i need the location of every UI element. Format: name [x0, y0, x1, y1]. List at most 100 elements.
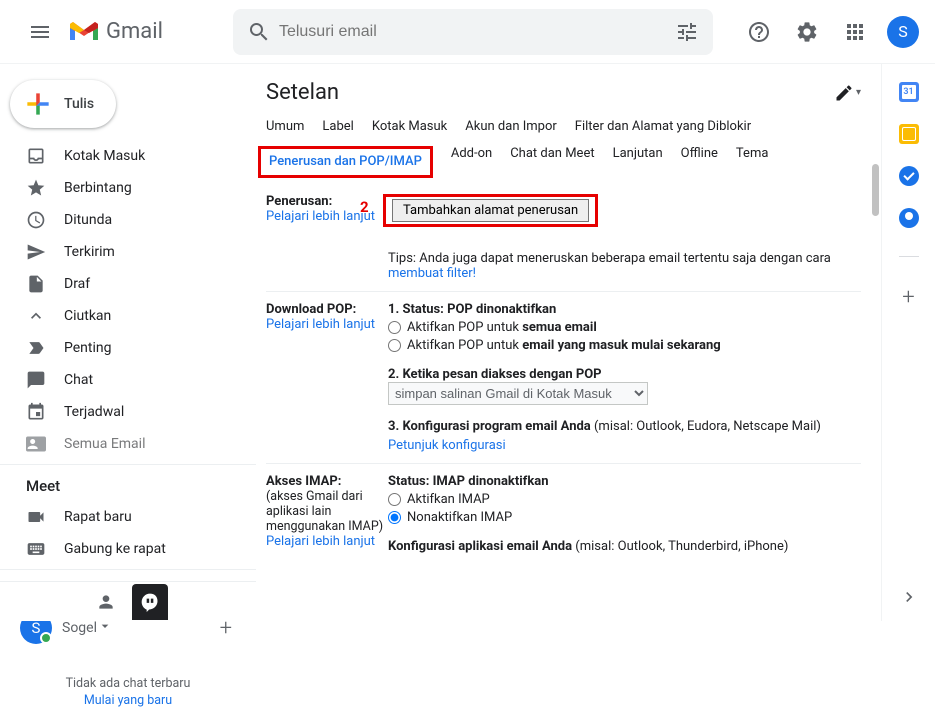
contacts-addon[interactable]	[899, 208, 919, 228]
imap-disable-radio[interactable]: Nonaktifkan IMAP	[388, 510, 861, 525]
search-input[interactable]	[279, 23, 667, 41]
pop-config-text: 3. Konfigurasi program email Anda (misal…	[388, 419, 861, 453]
scheduled-icon	[26, 402, 46, 422]
imap-label: Akses IMAP:	[266, 474, 341, 489]
tab-advanced[interactable]: Lanjutan	[613, 146, 663, 178]
pop-section: Download POP: Pelajari lebih lanjut 1. S…	[266, 292, 861, 464]
meet-section-title: Meet	[0, 464, 256, 501]
collapse-panel-button[interactable]	[899, 587, 919, 611]
annotation-2: 2	[360, 198, 369, 216]
apps-grid-icon	[843, 20, 867, 44]
chevron-up-icon	[26, 306, 46, 326]
sidebar-item-collapse[interactable]: Ciutkan	[0, 300, 256, 332]
sidebar-item-chat[interactable]: Chat	[0, 364, 256, 396]
gmail-logo[interactable]: Gmail	[68, 19, 163, 44]
sidebar-item-inbox[interactable]: Kotak Masuk	[0, 140, 256, 172]
tab-inbox[interactable]: Kotak Masuk	[372, 119, 447, 134]
sidebar-item-scheduled[interactable]: Terjadwal	[0, 396, 256, 428]
clock-icon	[26, 210, 46, 230]
bottom-tab-contacts[interactable]	[88, 584, 124, 620]
hamburger-icon	[28, 20, 52, 44]
draft-icon	[26, 274, 46, 294]
main-content: Setelan ▾ Umum Label Kotak Masuk Akun da…	[256, 64, 881, 621]
sidebar-item-drafts[interactable]: Draf	[0, 268, 256, 300]
bottom-tab-hangouts[interactable]	[132, 584, 168, 620]
imap-status: Status: IMAP dinonaktifkan	[388, 474, 861, 489]
compose-button[interactable]: Tulis	[10, 80, 116, 128]
imap-enable-radio[interactable]: Aktifkan IMAP	[388, 492, 861, 507]
forwarding-label: Penerusan:	[266, 194, 332, 209]
search-bar[interactable]	[233, 9, 713, 55]
menu-button[interactable]	[16, 8, 64, 56]
tab-chat-meet[interactable]: Chat dan Meet	[510, 146, 594, 178]
calendar-addon[interactable]	[899, 82, 919, 102]
person-icon	[96, 592, 116, 612]
pop-label: Download POP:	[266, 302, 356, 317]
create-filter-link[interactable]: membuat filter!	[388, 266, 476, 281]
gear-icon	[795, 20, 819, 44]
chat-icon	[26, 370, 46, 390]
chevron-right-icon	[899, 587, 919, 607]
forwarding-learn-more-link[interactable]: Pelajari lebih lanjut	[266, 209, 375, 224]
hangouts-icon	[140, 592, 160, 612]
tab-themes[interactable]: Tema	[736, 146, 769, 178]
tab-labels[interactable]: Label	[322, 119, 353, 134]
tab-offline[interactable]: Offline	[681, 146, 718, 178]
tab-forwarding-pop-imap[interactable]: Penerusan dan POP/IMAP	[269, 154, 422, 169]
sidebar-item-sent[interactable]: Terkirim	[0, 236, 256, 268]
presence-dot-icon	[40, 632, 52, 644]
sidebar-item-starred[interactable]: Berbintang	[0, 172, 256, 204]
edit-button[interactable]: ▾	[834, 83, 861, 103]
search-options-button[interactable]	[667, 12, 707, 52]
allmail-icon	[26, 434, 46, 454]
inbox-icon	[26, 146, 46, 166]
pencil-icon	[834, 83, 854, 103]
meet-new-meeting[interactable]: Rapat baru	[0, 501, 256, 533]
hangout-username: Sogel	[62, 620, 97, 636]
pop-learn-more-link[interactable]: Pelajari lebih lanjut	[266, 317, 375, 332]
pop-enable-now-radio[interactable]: Aktifkan POP untuk email yang masuk mula…	[388, 338, 861, 353]
sidebar-item-allmail[interactable]: Semua Email	[0, 428, 256, 460]
keyboard-icon	[26, 539, 46, 559]
compose-plus-icon	[22, 88, 54, 120]
help-icon	[747, 20, 771, 44]
sidebar-item-important[interactable]: Penting	[0, 332, 256, 364]
pop-action-select[interactable]: simpan salinan Gmail di Kotak Masuk	[388, 382, 648, 405]
chevron-down-icon[interactable]	[97, 618, 113, 638]
search-icon[interactable]	[239, 12, 279, 52]
scrollbar-thumb[interactable]	[872, 164, 879, 216]
gmail-logo-text: Gmail	[106, 19, 163, 44]
pop-status: 1. Status: POP dinonaktifkan	[388, 302, 861, 317]
tab-accounts[interactable]: Akun dan Impor	[465, 119, 557, 134]
sidebar: Tulis Kotak Masuk Berbintang Ditunda Ter…	[0, 64, 256, 621]
get-addons-button[interactable]: +	[902, 285, 914, 310]
compose-label: Tulis	[64, 96, 94, 112]
tab-filters[interactable]: Filter dan Alamat yang Diblokir	[575, 119, 751, 134]
forwarding-tip: Tips: Anda juga dapat meneruskan beberap…	[388, 251, 861, 281]
add-forwarding-address-button[interactable]: Tambahkan alamat penerusan	[392, 199, 589, 222]
start-new-chat-link[interactable]: Mulai yang baru	[0, 693, 256, 708]
page-title: Setelan	[266, 80, 339, 105]
highlight-box-2: Tambahkan alamat penerusan	[383, 194, 598, 227]
meet-join-meeting[interactable]: Gabung ke rapat	[0, 533, 256, 565]
tab-general[interactable]: Umum	[266, 119, 304, 134]
keep-addon[interactable]	[899, 124, 919, 144]
imap-sublabel: (akses Gmail dari aplikasi lain mengguna…	[266, 489, 383, 534]
panel-separator	[899, 256, 919, 257]
sidebar-bottom-tabs	[0, 581, 256, 621]
side-panel: +	[881, 64, 935, 621]
pop-config-link[interactable]: Petunjuk konfigurasi	[388, 438, 861, 453]
tasks-addon[interactable]	[899, 166, 919, 186]
no-chat-notice: Tidak ada chat terbaru Mulai yang baru	[0, 676, 256, 708]
settings-button[interactable]	[787, 12, 827, 52]
highlight-box-1: Penerusan dan POP/IMAP	[258, 146, 433, 178]
settings-tabs: Umum Label Kotak Masuk Akun dan Impor Fi…	[266, 119, 861, 134]
tab-addons[interactable]: Add-on	[451, 146, 492, 178]
account-avatar[interactable]: S	[887, 16, 919, 48]
sidebar-item-snoozed[interactable]: Ditunda	[0, 204, 256, 236]
star-icon	[26, 178, 46, 198]
help-button[interactable]	[739, 12, 779, 52]
imap-learn-more-link[interactable]: Pelajari lebih lanjut	[266, 534, 375, 549]
apps-button[interactable]	[835, 12, 875, 52]
pop-enable-all-radio[interactable]: Aktifkan POP untuk semua email	[388, 320, 861, 335]
